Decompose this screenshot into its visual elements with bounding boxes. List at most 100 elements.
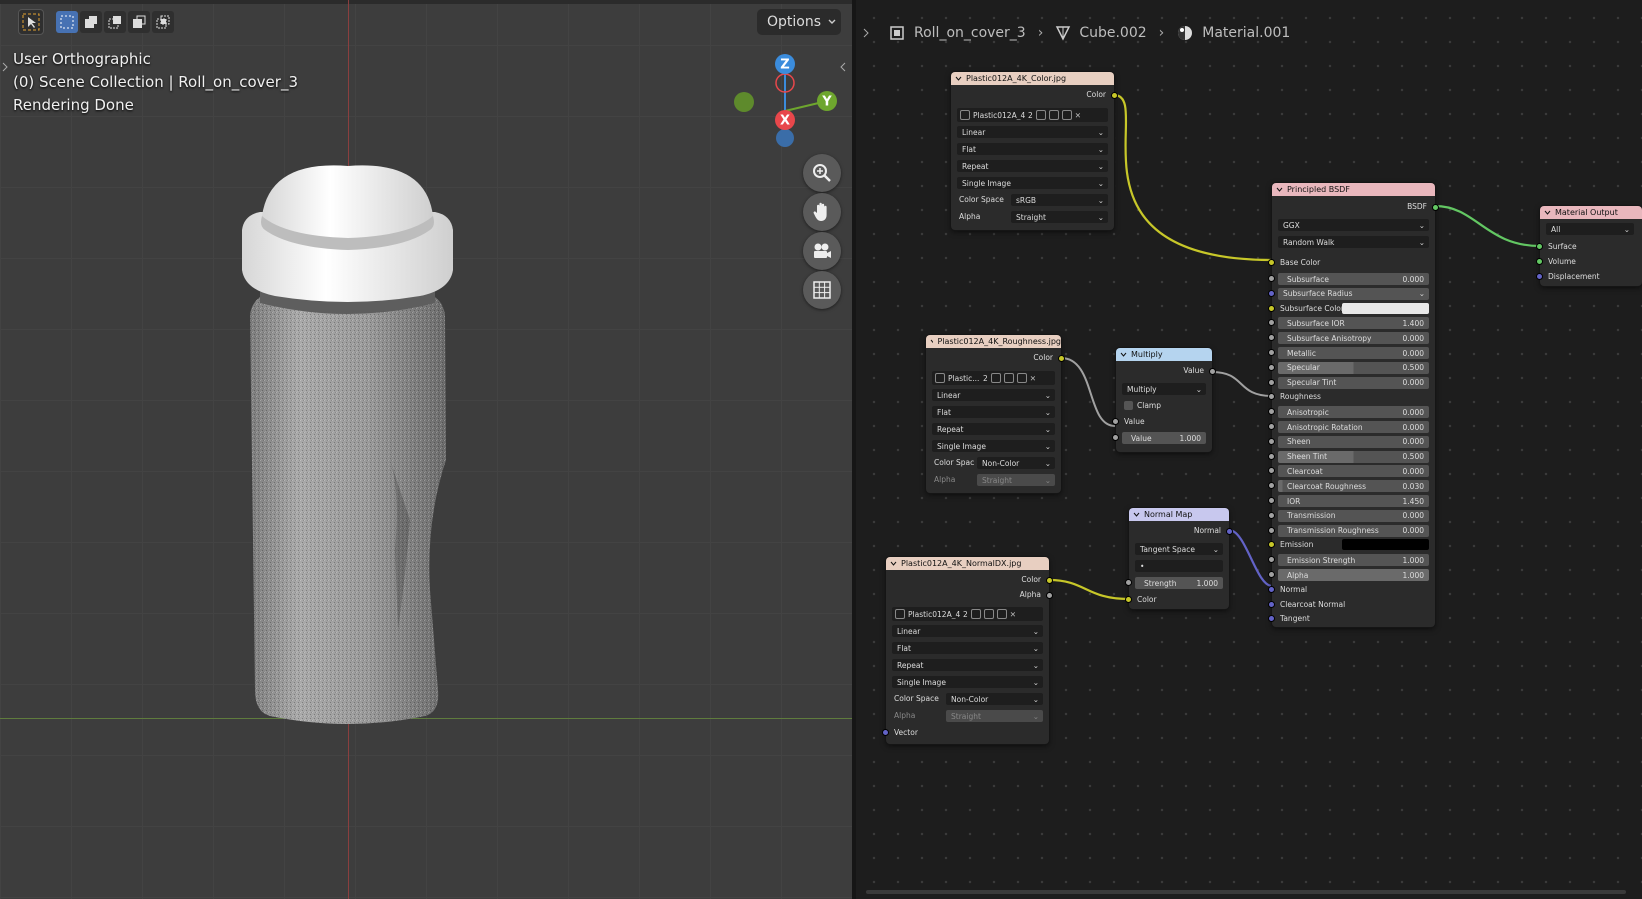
input-socket[interactable] xyxy=(1268,511,1275,519)
color-swatch[interactable] xyxy=(1342,302,1429,314)
negative-y-axis-icon[interactable] xyxy=(734,92,754,112)
input-socket[interactable] xyxy=(1268,334,1275,342)
input-socket[interactable] xyxy=(1268,304,1275,312)
toolbar-toggle-icon[interactable] xyxy=(0,57,10,77)
input-socket[interactable] xyxy=(1268,452,1275,460)
value2-field[interactable]: Value 1.000 xyxy=(1122,432,1206,444)
normal-output-socket[interactable] xyxy=(1226,528,1233,535)
vector-input-socket[interactable] xyxy=(882,729,889,736)
displacement-input-socket[interactable] xyxy=(1536,273,1543,280)
extension-dropdown[interactable]: Repeat ⌄ xyxy=(932,423,1055,435)
colorspace-dropdown[interactable]: Non-Color ⌄ xyxy=(946,693,1043,705)
mode-intersect-button[interactable] xyxy=(152,11,174,33)
input-field[interactable]: Transmission Roughness 0.000 xyxy=(1278,524,1429,537)
input-socket[interactable] xyxy=(1268,423,1275,430)
value-input-socket[interactable] xyxy=(1112,418,1119,425)
horizontal-scrollbar[interactable] xyxy=(866,890,1626,894)
color-output-socket[interactable] xyxy=(1111,92,1118,99)
camera-view-button[interactable] xyxy=(803,232,841,270)
node-header[interactable]: Material Output xyxy=(1540,206,1642,219)
close-icon[interactable]: ✕ xyxy=(1030,374,1036,383)
operation-dropdown[interactable]: Multiply ⌄ xyxy=(1122,383,1206,395)
fake-user-icon[interactable] xyxy=(1035,110,1046,120)
input-socket[interactable] xyxy=(1268,497,1275,504)
input-socket[interactable] xyxy=(1268,482,1275,490)
input-socket[interactable] xyxy=(1268,408,1275,416)
interpolation-dropdown[interactable]: Linear ⌄ xyxy=(932,389,1055,401)
subsurface-method-dropdown[interactable]: Random Walk ⌄ xyxy=(1278,236,1429,248)
color-swatch[interactable] xyxy=(1342,539,1429,551)
node-header[interactable]: Principled BSDF xyxy=(1272,183,1435,196)
navigation-gizmo[interactable]: Z Y X xyxy=(730,52,840,152)
color-input-socket[interactable] xyxy=(1125,596,1132,603)
input-socket[interactable] xyxy=(1268,349,1275,356)
mode-subtract-button[interactable] xyxy=(104,11,126,33)
negative-z-axis-icon[interactable] xyxy=(776,129,794,147)
collapse-icon[interactable] xyxy=(1544,209,1551,216)
volume-input-socket[interactable] xyxy=(1536,258,1543,265)
alpha-dropdown[interactable]: Straight ⌄ xyxy=(1011,211,1108,223)
extension-dropdown[interactable]: Repeat ⌄ xyxy=(957,160,1108,172)
projection-dropdown[interactable]: Flat ⌄ xyxy=(892,642,1043,654)
input-field[interactable]: Anisotropic Rotation 0.000 xyxy=(1278,421,1429,433)
value-output-socket[interactable] xyxy=(1209,368,1216,375)
collapse-icon[interactable] xyxy=(1276,186,1283,193)
image-selector[interactable]: Plastic... 2 ✕ xyxy=(932,371,1055,385)
image-browse-icon[interactable] xyxy=(960,110,970,120)
collapse-icon[interactable] xyxy=(955,75,962,82)
base-color-socket[interactable] xyxy=(1268,259,1275,266)
input-field[interactable]: Subsurface Anisotropy 0.000 xyxy=(1278,332,1429,345)
close-icon[interactable]: ✕ xyxy=(1075,111,1081,120)
projection-dropdown[interactable]: Flat ⌄ xyxy=(957,143,1108,155)
mode-invert-button[interactable] xyxy=(128,11,150,33)
input-socket[interactable] xyxy=(1268,615,1275,623)
collapse-icon[interactable] xyxy=(930,338,934,345)
alpha-output-socket[interactable] xyxy=(1046,592,1053,599)
interpolation-dropdown[interactable]: Linear ⌄ xyxy=(892,625,1043,637)
mode-extend-button[interactable] xyxy=(80,11,102,33)
input-socket[interactable] xyxy=(1268,600,1275,608)
distribution-dropdown[interactable]: GGX ⌄ xyxy=(1278,219,1429,231)
colorspace-dropdown[interactable]: sRGB ⌄ xyxy=(1011,194,1108,206)
input-field[interactable]: Clearcoat 0.000 xyxy=(1278,465,1429,478)
close-icon[interactable]: ✕ xyxy=(1010,610,1016,619)
shader-node-editor[interactable]: Roll_on_cover_3 › Cube.002 › Material.00… xyxy=(856,0,1642,899)
strength-field[interactable]: Strength 1.000 xyxy=(1135,577,1223,589)
strength-input-socket[interactable] xyxy=(1125,579,1132,586)
mode-new-selection-button[interactable] xyxy=(56,11,78,33)
collapse-icon[interactable] xyxy=(1133,511,1140,518)
folder-icon[interactable] xyxy=(996,609,1007,619)
clamp-checkbox[interactable] xyxy=(1124,401,1133,410)
source-dropdown[interactable]: Single Image ⌄ xyxy=(957,177,1108,189)
input-socket[interactable] xyxy=(1268,393,1275,401)
input-socket[interactable] xyxy=(1268,363,1275,371)
input-field[interactable]: IOR 1.450 xyxy=(1278,495,1429,507)
node-material-output[interactable]: Material Output All ⌄ Surface Volume Disp… xyxy=(1536,206,1642,286)
input-socket[interactable] xyxy=(1268,378,1275,386)
image-selector[interactable]: Plastic012A_4... 2 ✕ xyxy=(892,607,1043,621)
image-selector[interactable]: Plastic012A_4... 2 ✕ xyxy=(957,108,1108,122)
source-dropdown[interactable]: Single Image ⌄ xyxy=(892,676,1043,688)
fake-user-icon[interactable] xyxy=(990,373,1001,383)
surface-input-socket[interactable] xyxy=(1536,243,1543,250)
pan-button[interactable] xyxy=(803,193,841,231)
source-dropdown[interactable]: Single Image ⌄ xyxy=(932,440,1055,452)
image-browse-icon[interactable] xyxy=(935,373,945,383)
input-field[interactable]: Sheen 0.000 xyxy=(1278,435,1429,448)
input-field[interactable]: Metallic 0.000 xyxy=(1278,347,1429,359)
duplicate-icon[interactable] xyxy=(983,609,994,619)
color-output-socket[interactable] xyxy=(1058,355,1065,362)
input-socket[interactable] xyxy=(1268,541,1275,549)
input-field[interactable]: Subsurface 0.000 xyxy=(1278,273,1429,285)
fake-user-icon[interactable] xyxy=(970,609,981,619)
node-multiply[interactable]: Multiply Value Multiply ⌄ Clamp Value Val… xyxy=(1112,348,1216,452)
input-dropdown[interactable]: Subsurface Radius ⌄ xyxy=(1278,287,1429,300)
node-color-texture[interactable]: Plastic012A_4K_Color.jpg Color Plastic01… xyxy=(951,72,1118,230)
input-field[interactable]: Specular 0.500 xyxy=(1278,361,1429,374)
node-header[interactable]: Plastic012A_4K_NormalDX.jpg xyxy=(886,557,1049,570)
node-header[interactable]: Normal Map xyxy=(1129,508,1229,521)
input-socket[interactable] xyxy=(1268,526,1275,534)
extension-dropdown[interactable]: Repeat ⌄ xyxy=(892,659,1043,671)
input-socket[interactable] xyxy=(1268,585,1275,593)
ortho-toggle-button[interactable] xyxy=(803,271,841,309)
